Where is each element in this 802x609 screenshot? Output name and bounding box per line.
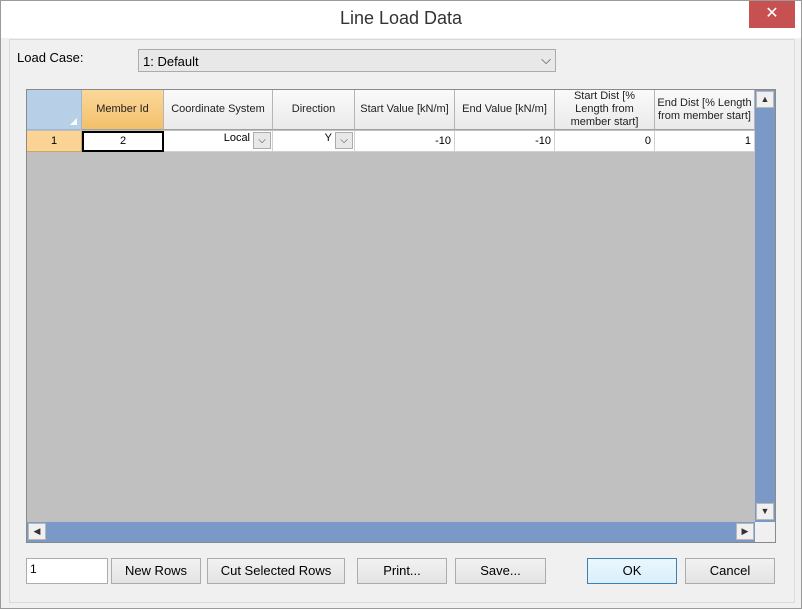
select-all-corner[interactable] xyxy=(27,90,82,130)
vertical-scrollbar[interactable]: ▲ ▼ xyxy=(755,90,775,522)
column-header-direction[interactable]: Direction xyxy=(273,90,355,130)
row-header[interactable]: 1 xyxy=(27,131,82,152)
line-load-data-dialog: Line Load Data ✕ Load Case: 1: Default ⌵… xyxy=(0,0,802,609)
cancel-button[interactable]: Cancel xyxy=(685,558,775,584)
cell-start-value[interactable]: -10 xyxy=(355,131,455,152)
load-case-value: 1: Default xyxy=(143,54,199,69)
column-header-member-id[interactable]: Member Id xyxy=(82,90,164,130)
coordinate-system-value: Local xyxy=(223,132,250,144)
scrollbar-corner xyxy=(755,522,775,542)
direction-value: Y xyxy=(324,132,332,144)
cell-end-dist[interactable]: 1 xyxy=(655,131,755,152)
cell-direction[interactable]: Y ⌵ xyxy=(273,131,355,152)
load-data-grid: Member Id Coordinate System Direction St… xyxy=(26,89,776,543)
new-rows-button[interactable]: New Rows xyxy=(111,558,201,584)
save-button[interactable]: Save... xyxy=(455,558,546,584)
scroll-left-icon[interactable]: ◀ xyxy=(28,523,46,540)
cell-coordinate-system[interactable]: Local ⌵ xyxy=(164,131,273,152)
horizontal-scrollbar[interactable]: ◀ ▶ xyxy=(27,522,755,542)
column-header-end-value[interactable]: End Value [kN/m] xyxy=(455,90,555,130)
close-button[interactable]: ✕ xyxy=(749,1,795,28)
column-header-end-dist[interactable]: End Dist [% Length from member start] xyxy=(655,90,755,130)
cut-selected-rows-button[interactable]: Cut Selected Rows xyxy=(207,558,345,584)
column-header-start-dist[interactable]: Start Dist [% Length from member start] xyxy=(555,90,655,130)
scroll-right-icon[interactable]: ▶ xyxy=(736,523,754,540)
cell-member-id[interactable]: 2 xyxy=(82,131,164,152)
title-bar: Line Load Data ✕ xyxy=(1,1,801,38)
column-header-coordinate-system[interactable]: Coordinate System xyxy=(164,90,273,130)
load-case-dropdown[interactable]: 1: Default ⌵ xyxy=(138,49,556,72)
cell-end-value[interactable]: -10 xyxy=(455,131,555,152)
scroll-down-icon[interactable]: ▼ xyxy=(756,503,774,520)
dialog-title: Line Load Data xyxy=(339,8,463,28)
load-case-label: Load Case: xyxy=(17,50,84,65)
close-icon: ✕ xyxy=(765,5,779,22)
chevron-down-icon[interactable]: ⌵ xyxy=(335,132,353,149)
print-button[interactable]: Print... xyxy=(357,558,447,584)
column-header-start-value[interactable]: Start Value [kN/m] xyxy=(355,90,455,130)
scroll-up-icon[interactable]: ▲ xyxy=(756,91,774,108)
cell-start-dist[interactable]: 0 xyxy=(555,131,655,152)
chevron-down-icon: ⌵ xyxy=(541,52,551,67)
chevron-down-icon[interactable]: ⌵ xyxy=(253,132,271,149)
row-count-input[interactable]: 1 xyxy=(26,558,108,584)
ok-button[interactable]: OK xyxy=(587,558,677,584)
